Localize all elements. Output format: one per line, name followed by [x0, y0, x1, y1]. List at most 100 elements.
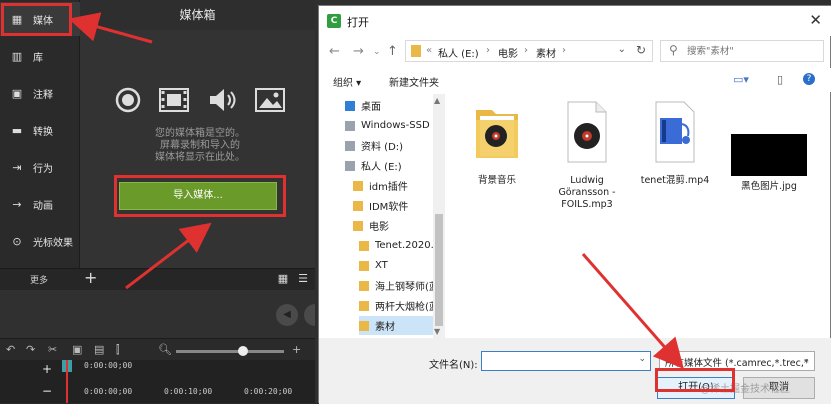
- tree-item-label: 电影: [369, 222, 389, 233]
- tree-item[interactable]: idm插件: [353, 176, 433, 195]
- add-icon[interactable]: +: [84, 268, 97, 287]
- rail-item-label: 转换: [33, 126, 53, 138]
- tree-item-label: 海上钢琴师(蓝: [375, 282, 433, 293]
- filename-input[interactable]: ⌄: [481, 351, 651, 371]
- search-box[interactable]: ⚲: [660, 40, 824, 62]
- folder-icon: [359, 240, 369, 251]
- folder-icon: [353, 180, 363, 191]
- tree-item[interactable]: Windows-SSD (: [345, 116, 433, 135]
- view-options-icon[interactable]: ▭▾: [733, 73, 749, 86]
- image-icon: [255, 88, 285, 112]
- chevron-down-icon[interactable]: ⌄: [802, 354, 810, 364]
- chevron-down-icon[interactable]: ⌄: [638, 354, 646, 364]
- refresh-icon[interactable]: ↻: [636, 43, 646, 57]
- tree-item[interactable]: 桌面: [345, 96, 433, 115]
- redo-icon[interactable]: ↷: [26, 343, 35, 356]
- scroll-down-icon[interactable]: ▼: [434, 327, 440, 336]
- add-track-icon[interactable]: +: [42, 362, 52, 376]
- paste-icon[interactable]: ▤: [94, 343, 104, 356]
- split-icon[interactable]: ⫿: [116, 343, 120, 357]
- drive-icon: [345, 120, 355, 131]
- tree-item-label: 资料 (D:): [361, 142, 404, 153]
- zoom-slider-track[interactable]: [176, 350, 284, 353]
- tree-scrollbar[interactable]: ▲ ▼: [433, 94, 445, 338]
- tree-item[interactable]: IDM软件: [353, 196, 433, 215]
- rail-item-label: 动画: [33, 200, 53, 212]
- previous-frame-button[interactable]: ◀: [276, 304, 298, 326]
- breadcrumb-separator: ›: [486, 45, 490, 56]
- zoom-in-icon[interactable]: +: [292, 343, 301, 356]
- file-list: 背景音乐 Ludwig Göransson - FOILS.mp3 tenet混…: [449, 96, 831, 338]
- preview-pane-icon[interactable]: ▯: [777, 73, 783, 86]
- grid-view-icon[interactable]: ▦: [276, 272, 290, 286]
- forward-icon[interactable]: →: [353, 44, 364, 59]
- address-bar[interactable]: « 私人 (E:) › 电影 › 素材 › ⌄ ↻: [405, 40, 653, 62]
- ruler-time: 0:00:10;00: [164, 387, 213, 396]
- file-item[interactable]: 背景音乐: [453, 96, 541, 187]
- address-dropdown-icon[interactable]: ⌄: [618, 44, 626, 55]
- more-button[interactable]: 更多: [30, 273, 48, 286]
- scroll-thumb[interactable]: [435, 214, 443, 326]
- tree-item[interactable]: XT: [359, 256, 433, 275]
- annotation-icon: ▣: [11, 86, 23, 100]
- file-name: tenet混剪.mp4: [640, 175, 710, 186]
- undo-icon[interactable]: ↶: [6, 343, 15, 356]
- highlight-open-button: [655, 368, 735, 392]
- tree-item-label: 桌面: [361, 102, 381, 113]
- tree-item[interactable]: 私人 (E:): [345, 156, 433, 175]
- up-icon[interactable]: ↑: [387, 44, 398, 59]
- list-view-icon[interactable]: ☰: [296, 272, 310, 286]
- cut-icon[interactable]: ✂: [48, 343, 57, 356]
- breadcrumb-overflow[interactable]: «: [426, 45, 432, 56]
- tree-item[interactable]: 海上钢琴师(蓝: [359, 276, 433, 295]
- rail-item[interactable]: ▣ 注释: [0, 76, 80, 110]
- file-name: 黑色图片.jpg: [741, 181, 797, 192]
- tree-item[interactable]: 电影: [353, 216, 433, 235]
- empty-bin-message: 您的媒体箱是空的。 屏幕录制和导入的 媒体将显示在此处。: [120, 128, 280, 164]
- back-icon[interactable]: ←: [329, 44, 340, 59]
- playhead[interactable]: [66, 360, 68, 403]
- rail-item[interactable]: ⇥ 行为: [0, 150, 80, 184]
- breadcrumb-assets[interactable]: 素材: [536, 45, 556, 60]
- tree-item-label: idm插件: [369, 182, 408, 193]
- rail-item[interactable]: ▬ 转换: [0, 113, 80, 147]
- tree-item[interactable]: 两杆大烟枪(蓝: [359, 296, 433, 315]
- tree-item[interactable]: 资料 (D:): [345, 136, 433, 155]
- file-item[interactable]: tenet混剪.mp4: [631, 96, 719, 187]
- file-item[interactable]: Ludwig Göransson - FOILS.mp3: [543, 96, 631, 211]
- file-item[interactable]: 黑色图片.jpg: [725, 96, 813, 193]
- speaker-icon: [210, 89, 236, 111]
- rail-item[interactable]: ▥ 库: [0, 39, 80, 73]
- organize-button[interactable]: 组织 ▾: [333, 74, 361, 89]
- new-folder-button[interactable]: 新建文件夹: [389, 74, 439, 89]
- zoom-icon[interactable]: 🔍︎: [158, 343, 172, 356]
- breadcrumb-separator: ›: [562, 45, 566, 56]
- breadcrumb-movies[interactable]: 电影: [498, 45, 518, 60]
- scroll-up-icon[interactable]: ▲: [434, 96, 440, 105]
- tree-item-label: IDM软件: [369, 202, 409, 213]
- animation-icon: →: [12, 197, 22, 211]
- search-input[interactable]: [687, 44, 817, 58]
- folder-icon: [411, 45, 421, 57]
- rail-item-label: 库: [33, 52, 43, 64]
- close-icon[interactable]: ✕: [809, 11, 822, 29]
- tree-item[interactable]: Tenet.2020.I: [359, 236, 433, 255]
- tree-item[interactable]: 素材: [359, 316, 433, 335]
- rail-item[interactable]: ⊙ 光标效果: [0, 224, 80, 258]
- desktop-icon: [345, 100, 355, 111]
- tree-item-label: 素材: [375, 322, 395, 333]
- rail-item-label: 光标效果: [33, 237, 73, 249]
- help-icon[interactable]: ?: [803, 73, 815, 85]
- zoom-slider-knob[interactable]: [238, 346, 248, 356]
- file-name: Ludwig Göransson - FOILS.mp3: [558, 175, 616, 210]
- drive-icon: [345, 160, 355, 171]
- camtasia-logo-icon: C: [327, 14, 341, 28]
- rail-item[interactable]: → 动画: [0, 187, 80, 221]
- highlight-media-tab: [1, 3, 72, 36]
- recent-dropdown-icon[interactable]: ⌄: [373, 47, 381, 57]
- remove-track-icon[interactable]: −: [42, 384, 52, 398]
- command-bar: 组织 ▾ 新建文件夹 ▭▾ ▯ ?: [319, 68, 831, 92]
- breadcrumb-drive[interactable]: 私人 (E:): [438, 45, 479, 60]
- empty-message-line: 屏幕录制和导入的: [160, 140, 240, 151]
- copy-icon[interactable]: ▣: [72, 343, 82, 356]
